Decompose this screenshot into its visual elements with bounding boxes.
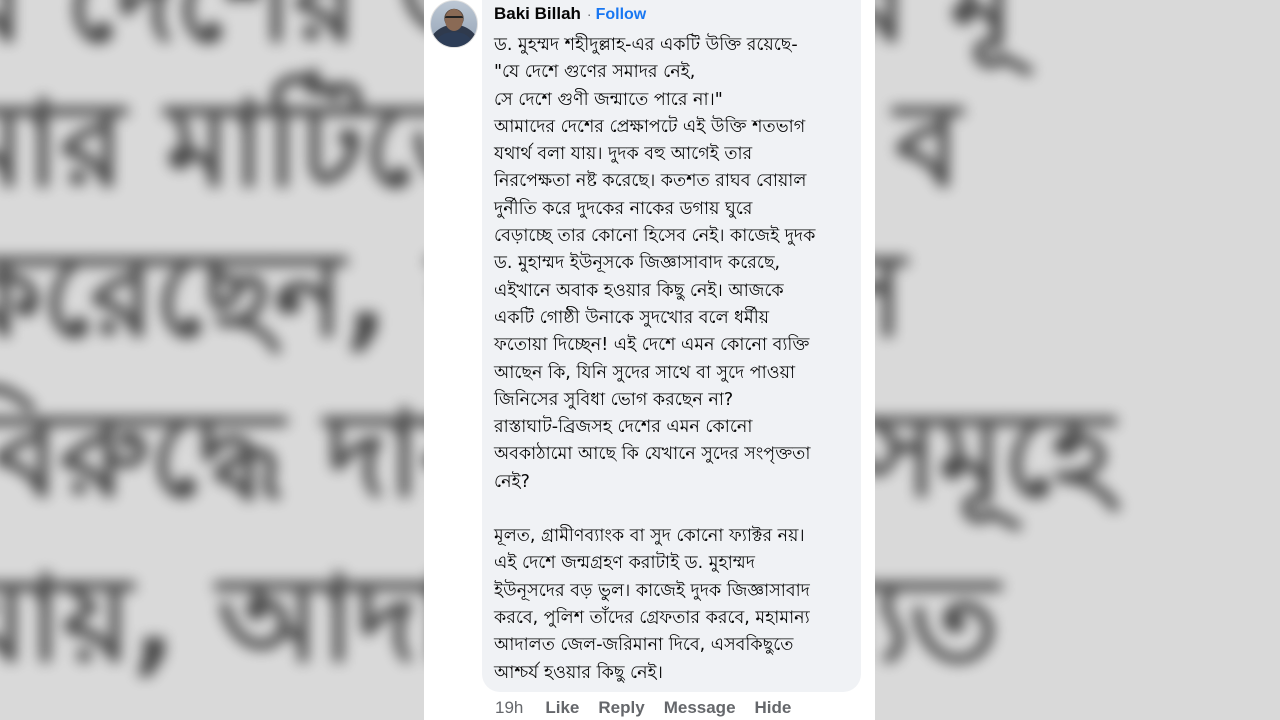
message-button[interactable]: Message [664, 698, 736, 718]
comment-bubble: Baki Billah · Follow ড. মুহম্মদ শহীদুল্ল… [482, 0, 861, 692]
like-button[interactable]: Like [545, 698, 579, 718]
avatar-shirt [437, 32, 471, 47]
hide-button[interactable]: Hide [755, 698, 792, 718]
comment-paragraph: ড. মুহম্মদ শহীদুল্লাহ-এর একটি উক্তি রয়ে… [494, 35, 816, 492]
separator-dot: · [586, 6, 592, 22]
author-name[interactable]: Baki Billah [494, 4, 581, 24]
reply-button[interactable]: Reply [598, 698, 644, 718]
comment-header: Baki Billah · Follow [494, 4, 849, 32]
comment-body: ড. মুহম্মদ শহীদুল্লাহ-এর একটি উক্তি রয়ে… [494, 32, 849, 687]
comment-actions: 19h Like Reply Message Hide [495, 698, 810, 718]
avatar-glasses [445, 16, 463, 22]
follow-button[interactable]: Follow [596, 6, 647, 24]
avatar[interactable] [430, 0, 478, 48]
comment-paragraph: মূলত, গ্রামীণব্যাংক বা সুদ কোনো ফ্যাক্টর… [494, 526, 810, 683]
timestamp[interactable]: 19h [495, 698, 523, 718]
